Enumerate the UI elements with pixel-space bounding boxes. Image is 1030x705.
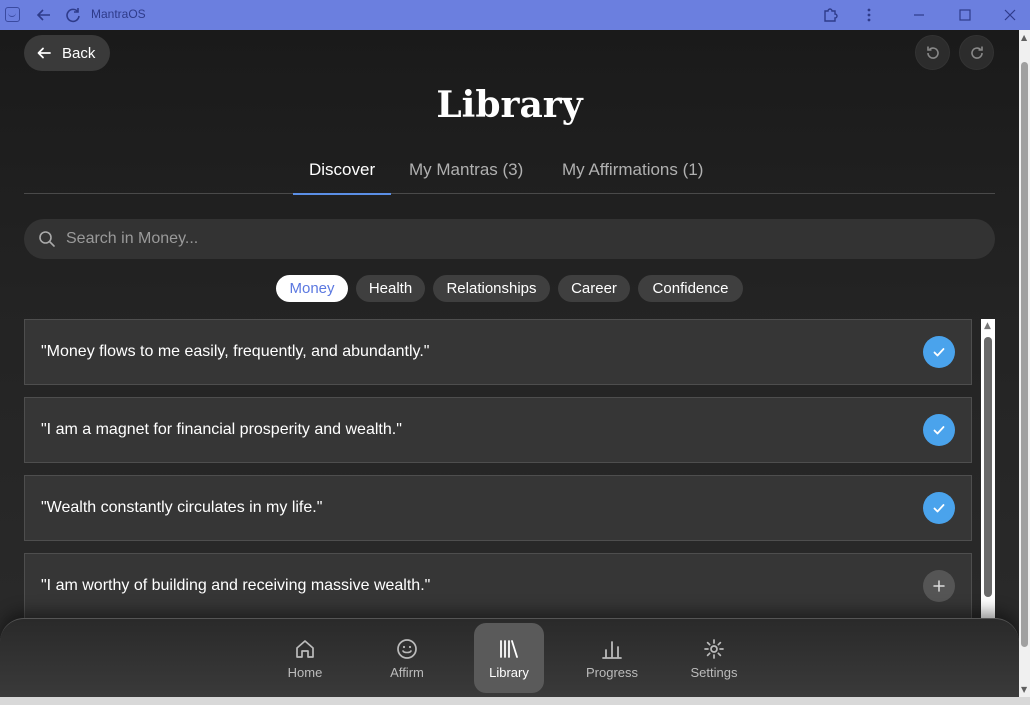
add-button[interactable] [923, 570, 955, 602]
check-icon [933, 426, 945, 435]
check-icon [933, 504, 945, 513]
search-input[interactable] [66, 230, 946, 248]
refresh-icon[interactable] [61, 3, 85, 27]
nav-label: Affirm [390, 664, 424, 680]
nav-library[interactable]: Library [474, 623, 544, 693]
nav-affirm[interactable]: Affirm [372, 623, 442, 693]
extensions-icon[interactable] [818, 3, 842, 27]
chip-relationships[interactable]: Relationships [433, 275, 550, 302]
app-content: Back Library Discover My Mantras (3) My … [0, 30, 1019, 697]
window-scrollbar-thumb[interactable] [1021, 62, 1028, 647]
affirmation-text: "Wealth constantly circulates in my life… [41, 499, 323, 516]
tab-bar: Discover My Mantras (3) My Affirmations … [24, 152, 995, 195]
search-icon [39, 231, 55, 247]
affirmation-list: "Money flows to me easily, frequently, a… [24, 319, 972, 619]
minimize-icon[interactable] [907, 3, 931, 27]
nav-progress[interactable]: Progress [577, 623, 647, 693]
list-scrollbar-thumb[interactable] [984, 337, 992, 597]
added-toggle[interactable] [923, 414, 955, 446]
list-item[interactable]: "Wealth constantly circulates in my life… [24, 475, 972, 541]
affirmation-text: "I am a magnet for financial prosperity … [41, 421, 402, 438]
page-title: Library [436, 84, 583, 126]
added-toggle[interactable] [923, 492, 955, 524]
scroll-up-arrow-icon[interactable]: ▲ [984, 321, 991, 331]
nav-label: Library [489, 664, 529, 680]
list-item[interactable]: "Money flows to me easily, frequently, a… [24, 319, 972, 385]
more-options-icon[interactable] [857, 3, 881, 27]
gear-icon [702, 637, 726, 661]
arrow-left-icon [37, 47, 51, 59]
list-item[interactable]: "I am a magnet for financial prosperity … [24, 397, 972, 463]
app-icon [5, 7, 20, 22]
window-scrollbar[interactable]: ▲ ▼ [1019, 30, 1030, 697]
chip-confidence[interactable]: Confidence [638, 275, 743, 302]
window-titlebar: MantraOS [0, 0, 1030, 30]
tab-my-mantras[interactable]: My Mantras (3) [409, 160, 523, 194]
bar-chart-icon [600, 637, 624, 661]
added-toggle[interactable] [923, 336, 955, 368]
affirmation-text: "Money flows to me easily, frequently, a… [41, 343, 430, 360]
list-scrollbar[interactable]: ▲ [981, 319, 995, 619]
home-icon [293, 637, 317, 661]
undo-button[interactable] [915, 35, 950, 70]
window-title: MantraOS [91, 7, 146, 21]
maximize-icon[interactable] [953, 3, 977, 27]
nav-label: Settings [690, 664, 738, 680]
scroll-down-arrow-icon[interactable]: ▼ [1021, 685, 1027, 694]
chip-money[interactable]: Money [276, 275, 348, 302]
library-icon [497, 637, 521, 661]
tab-my-affirmations[interactable]: My Affirmations (1) [562, 160, 703, 194]
bottom-nav: Home Affirm Library Progress Settings [0, 618, 1019, 697]
back-arrow-icon[interactable] [32, 3, 56, 27]
search-bar [24, 219, 995, 259]
taskbar-edge [0, 697, 1030, 705]
chip-health[interactable]: Health [356, 275, 425, 302]
tab-discover[interactable]: Discover [292, 160, 392, 195]
nav-label: Progress [585, 664, 639, 680]
check-icon [933, 348, 945, 357]
redo-button[interactable] [959, 35, 994, 70]
scroll-up-arrow-icon[interactable]: ▲ [1021, 33, 1027, 42]
chip-career[interactable]: Career [558, 275, 630, 302]
nav-home[interactable]: Home [270, 623, 340, 693]
back-button[interactable]: Back [24, 35, 110, 71]
back-label: Back [62, 44, 96, 62]
close-icon[interactable] [998, 3, 1022, 27]
redo-icon [970, 46, 983, 59]
list-item[interactable]: "I am worthy of building and receiving m… [24, 553, 972, 619]
affirmation-text: "I am worthy of building and receiving m… [41, 577, 431, 594]
plus-icon [933, 580, 945, 592]
undo-icon [926, 46, 939, 59]
smile-icon [395, 637, 419, 661]
nav-label: Home [287, 664, 323, 680]
nav-settings[interactable]: Settings [679, 623, 749, 693]
